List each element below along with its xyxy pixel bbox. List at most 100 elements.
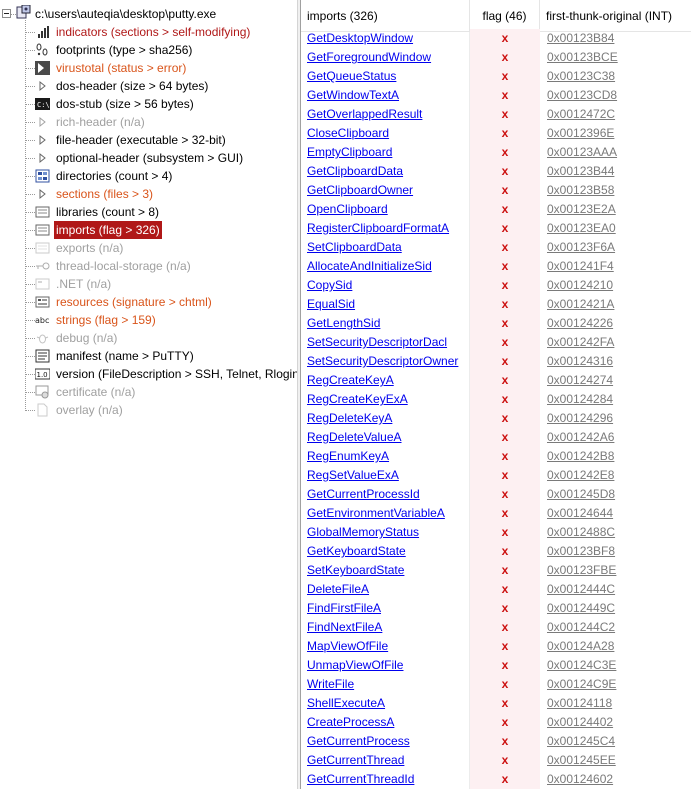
tree-item-label[interactable]: dos-header (size > 64 bytes) bbox=[54, 77, 210, 95]
import-name-link[interactable]: GlobalMemoryStatus bbox=[301, 523, 470, 542]
import-name-link[interactable]: OpenClipboard bbox=[301, 200, 470, 219]
first-thunk-link[interactable]: 0x00124284 bbox=[540, 390, 691, 409]
import-name-link[interactable]: ShellExecuteA bbox=[301, 694, 470, 713]
table-row[interactable]: CopySid x 0x00124210 bbox=[301, 276, 691, 295]
tree-item-label[interactable]: version (FileDescription > SSH, Telnet, … bbox=[54, 365, 297, 383]
tree-item[interactable]: certificate (n/a) bbox=[0, 383, 297, 401]
table-row[interactable]: GetClipboardData x 0x00123B44 bbox=[301, 162, 691, 181]
tree-item-label[interactable]: indicators (sections > self-modifying) bbox=[54, 23, 252, 41]
table-row[interactable]: GetCurrentThreadId x 0x00124602 bbox=[301, 770, 691, 789]
first-thunk-link[interactable]: 0x00123B84 bbox=[540, 29, 691, 48]
first-thunk-link[interactable]: 0x00124A28 bbox=[540, 637, 691, 656]
tree-item-label[interactable]: sections (files > 3) bbox=[54, 185, 155, 203]
first-thunk-link[interactable]: 0x0012472C bbox=[540, 105, 691, 124]
tree-item[interactable]: libraries (count > 8) bbox=[0, 203, 297, 221]
tree-item[interactable]: C:\ dos-stub (size > 56 bytes) bbox=[0, 95, 297, 113]
table-row[interactable]: GetOverlappedResult x 0x0012472C bbox=[301, 105, 691, 124]
first-thunk-link[interactable]: 0x00123E2A bbox=[540, 200, 691, 219]
import-name-link[interactable]: WriteFile bbox=[301, 675, 470, 694]
table-row[interactable]: FindNextFileA x 0x001244C2 bbox=[301, 618, 691, 637]
first-thunk-link[interactable]: 0x00124210 bbox=[540, 276, 691, 295]
table-row[interactable]: SetKeyboardState x 0x00123FBE bbox=[301, 561, 691, 580]
import-name-link[interactable]: CreateProcessA bbox=[301, 713, 470, 732]
first-thunk-link[interactable]: 0x00123CD8 bbox=[540, 86, 691, 105]
table-row[interactable]: GetClipboardOwner x 0x00123B58 bbox=[301, 181, 691, 200]
tree-item-label[interactable]: strings (flag > 159) bbox=[54, 311, 158, 329]
import-name-link[interactable]: GetWindowTextA bbox=[301, 86, 470, 105]
table-row[interactable]: OpenClipboard x 0x00123E2A bbox=[301, 200, 691, 219]
table-row[interactable]: EqualSid x 0x0012421A bbox=[301, 295, 691, 314]
imports-grid[interactable]: imports (326) flag (46) first-thunk-orig… bbox=[301, 0, 691, 789]
tree-item[interactable]: debug (n/a) bbox=[0, 329, 297, 347]
import-name-link[interactable]: GetEnvironmentVariableA bbox=[301, 504, 470, 523]
import-name-link[interactable]: DeleteFileA bbox=[301, 580, 470, 599]
first-thunk-link[interactable]: 0x001242A6 bbox=[540, 428, 691, 447]
tree-item-label[interactable]: resources (signature > chtml) bbox=[54, 293, 214, 311]
tree-item[interactable]: optional-header (subsystem > GUI) bbox=[0, 149, 297, 167]
first-thunk-link[interactable]: 0x00124274 bbox=[540, 371, 691, 390]
table-row[interactable]: WriteFile x 0x00124C9E bbox=[301, 675, 691, 694]
column-header-imports[interactable]: imports (326) bbox=[301, 0, 470, 32]
table-row[interactable]: GetCurrentProcess x 0x001245C4 bbox=[301, 732, 691, 751]
tree-item-label[interactable]: imports (flag > 326) bbox=[54, 221, 162, 239]
import-name-link[interactable]: GetCurrentProcessId bbox=[301, 485, 470, 504]
first-thunk-link[interactable]: 0x00123BCE bbox=[540, 48, 691, 67]
tree-item-label[interactable]: certificate (n/a) bbox=[54, 383, 137, 401]
import-name-link[interactable]: GetKeyboardState bbox=[301, 542, 470, 561]
tree-item-label[interactable]: dos-stub (size > 56 bytes) bbox=[54, 95, 196, 113]
import-name-link[interactable]: FindNextFileA bbox=[301, 618, 470, 637]
tree-item[interactable]: manifest (name > PuTTY) bbox=[0, 347, 297, 365]
table-row[interactable]: GetCurrentProcessId x 0x001245D8 bbox=[301, 485, 691, 504]
import-name-link[interactable]: RegSetValueExA bbox=[301, 466, 470, 485]
first-thunk-link[interactable]: 0x001245D8 bbox=[540, 485, 691, 504]
table-row[interactable]: RegDeleteValueA x 0x001242A6 bbox=[301, 428, 691, 447]
import-name-link[interactable]: RegCreateKeyExA bbox=[301, 390, 470, 409]
import-name-link[interactable]: GetForegroundWindow bbox=[301, 48, 470, 67]
tree-item-label[interactable]: rich-header (n/a) bbox=[54, 113, 147, 131]
collapse-toggle[interactable] bbox=[2, 9, 11, 18]
tree-item[interactable]: file-header (executable > 32-bit) bbox=[0, 131, 297, 149]
import-name-link[interactable]: AllocateAndInitializeSid bbox=[301, 257, 470, 276]
table-row[interactable]: RegCreateKeyA x 0x00124274 bbox=[301, 371, 691, 390]
first-thunk-link[interactable]: 0x001245C4 bbox=[540, 732, 691, 751]
table-row[interactable]: FindFirstFileA x 0x0012449C bbox=[301, 599, 691, 618]
first-thunk-link[interactable]: 0x0012421A bbox=[540, 295, 691, 314]
import-name-link[interactable]: RegDeleteKeyA bbox=[301, 409, 470, 428]
import-name-link[interactable]: GetQueueStatus bbox=[301, 67, 470, 86]
first-thunk-link[interactable]: 0x00123B58 bbox=[540, 181, 691, 200]
table-row[interactable]: GetCurrentThread x 0x001245EE bbox=[301, 751, 691, 770]
import-name-link[interactable]: SetSecurityDescriptorDacl bbox=[301, 333, 470, 352]
tree-item[interactable]: footprints (type > sha256) bbox=[0, 41, 297, 59]
tree-item[interactable]: .NET (n/a) bbox=[0, 275, 297, 293]
table-row[interactable]: RegDeleteKeyA x 0x00124296 bbox=[301, 409, 691, 428]
first-thunk-link[interactable]: 0x001242B8 bbox=[540, 447, 691, 466]
tree-item-label[interactable]: debug (n/a) bbox=[54, 329, 119, 347]
tree-item[interactable]: thread-local-storage (n/a) bbox=[0, 257, 297, 275]
table-row[interactable]: UnmapViewOfFile x 0x00124C3E bbox=[301, 656, 691, 675]
first-thunk-link[interactable]: 0x00124402 bbox=[540, 713, 691, 732]
first-thunk-link[interactable]: 0x001241F4 bbox=[540, 257, 691, 276]
first-thunk-link[interactable]: 0x001245EE bbox=[540, 751, 691, 770]
tree-item[interactable]: abc strings (flag > 159) bbox=[0, 311, 297, 329]
import-name-link[interactable]: UnmapViewOfFile bbox=[301, 656, 470, 675]
table-row[interactable]: GetQueueStatus x 0x00123C38 bbox=[301, 67, 691, 86]
tree-item[interactable]: indicators (sections > self-modifying) bbox=[0, 23, 297, 41]
import-name-link[interactable]: GetLengthSid bbox=[301, 314, 470, 333]
table-row[interactable]: SetClipboardData x 0x00123F6A bbox=[301, 238, 691, 257]
first-thunk-link[interactable]: 0x001242E8 bbox=[540, 466, 691, 485]
first-thunk-link[interactable]: 0x00124602 bbox=[540, 770, 691, 789]
table-row[interactable]: MapViewOfFile x 0x00124A28 bbox=[301, 637, 691, 656]
first-thunk-link[interactable]: 0x00124316 bbox=[540, 352, 691, 371]
first-thunk-link[interactable]: 0x0012396E bbox=[540, 124, 691, 143]
tree-item-label[interactable]: thread-local-storage (n/a) bbox=[54, 257, 193, 275]
import-name-link[interactable]: SetClipboardData bbox=[301, 238, 470, 257]
tree-item[interactable]: 1.0 version (FileDescription > SSH, Telne… bbox=[0, 365, 297, 383]
table-row[interactable]: RegisterClipboardFormatA x 0x00123EA0 bbox=[301, 219, 691, 238]
table-row[interactable]: GetKeyboardState x 0x00123BF8 bbox=[301, 542, 691, 561]
first-thunk-link[interactable]: 0x001242FA bbox=[540, 333, 691, 352]
tree-item[interactable]: resources (signature > chtml) bbox=[0, 293, 297, 311]
first-thunk-link[interactable]: 0x00123BF8 bbox=[540, 542, 691, 561]
tree-item[interactable]: directories (count > 4) bbox=[0, 167, 297, 185]
tree-item-label[interactable]: .NET (n/a) bbox=[54, 275, 113, 293]
import-name-link[interactable]: CopySid bbox=[301, 276, 470, 295]
